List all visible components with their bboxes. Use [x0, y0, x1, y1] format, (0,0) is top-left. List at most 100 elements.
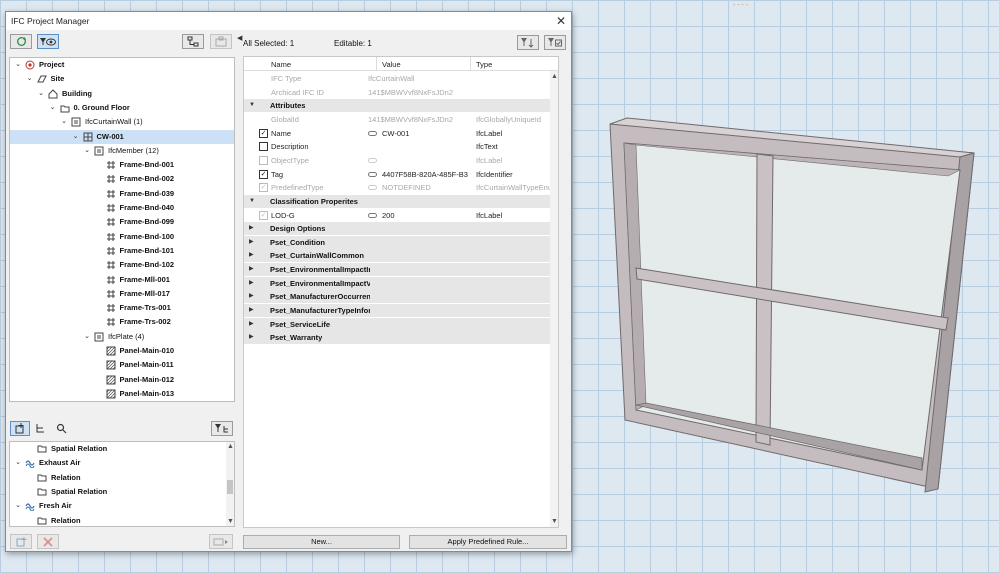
property-row[interactable]: ObjectType IfcLabel — [244, 154, 550, 167]
tree-row[interactable]: ⌄ IfcPlate (4) — [10, 330, 234, 344]
properties-scrollbar[interactable]: ▲ ▼ — [550, 71, 558, 527]
tree-structure-icon[interactable] — [35, 423, 46, 436]
property-row[interactable]: Description IfcText — [244, 140, 550, 153]
scroll-down-icon[interactable]: ▼ — [551, 518, 558, 525]
expand-icon[interactable]: ▶ — [249, 331, 254, 344]
property-row[interactable]: Archicad IFC ID 141$MBWVvf8NxFsJDn2 — [244, 86, 550, 99]
property-group-row[interactable]: ▼ Classification Properites — [244, 194, 550, 208]
filter-visibility-button[interactable] — [37, 34, 59, 49]
property-row[interactable]: IFC Type IfcCurtainWall — [244, 72, 550, 85]
property-row[interactable]: ✓ LOD-G 200 IfcLabel — [244, 209, 550, 222]
link-icon[interactable] — [368, 171, 377, 177]
scroll-up-icon[interactable]: ▲ — [551, 73, 558, 80]
expand-chevron-icon[interactable]: ⌄ — [14, 499, 22, 513]
link-icon[interactable] — [368, 185, 377, 191]
add-item-button[interactable] — [10, 534, 32, 549]
tree-row[interactable]: Frame-Bnd-039 — [10, 187, 234, 201]
property-checkbox[interactable]: ✓ — [259, 210, 268, 220]
tree-row[interactable]: Frame-Bnd-100 — [10, 230, 234, 244]
expand-chevron-icon[interactable]: ⌄ — [49, 101, 57, 115]
apply-predefined-rule-button[interactable]: Apply Predefined Rule... — [409, 535, 567, 549]
property-checkbox[interactable]: ✓ — [259, 128, 268, 138]
expand-chevron-icon[interactable]: ⌄ — [60, 115, 68, 129]
tree-row[interactable]: Panel-Main-010 — [10, 344, 234, 358]
collapse-icon[interactable]: ▼ — [249, 195, 255, 208]
property-group-row[interactable]: ▼ Attributes — [244, 99, 550, 113]
tree-row[interactable]: Frame-Trs-002 — [10, 315, 234, 329]
property-row[interactable]: ✓ Tag 4407F58B-820A-485F-B3 IfcIdentifier — [244, 168, 550, 181]
spatial-tree[interactable]: ⌄ Project ⌄ Site ⌄ Building ⌄ 0. Ground Floor ⌄ I… — [9, 57, 235, 402]
expand-chevron-icon[interactable]: ⌄ — [83, 330, 91, 344]
tree-row[interactable]: ⌄ Project — [10, 58, 234, 72]
property-group-row[interactable]: ▶ Pset_Condition — [244, 235, 550, 249]
tree-row[interactable]: Frame-Bnd-101 — [10, 244, 234, 258]
tree-row[interactable]: ⌄ Building — [10, 87, 234, 101]
tree-row[interactable]: ⌄ Fresh Air — [10, 499, 234, 513]
tree-row[interactable]: ⌄ Site — [10, 72, 234, 86]
property-row[interactable]: ✓ Name CW-001 IfcLabel — [244, 127, 550, 140]
tree-row[interactable]: Frame-Bnd-102 — [10, 258, 234, 272]
header-type[interactable]: Type — [476, 60, 492, 69]
delete-button[interactable] — [37, 534, 59, 549]
tree-row[interactable]: Frame-Bnd-099 — [10, 215, 234, 229]
tree-row[interactable]: Frame-Mll-001 — [10, 273, 234, 287]
add-element-tab[interactable] — [10, 421, 30, 436]
property-checkbox[interactable]: ✓ — [259, 183, 268, 193]
property-group-row[interactable]: ▶ Pset_EnvironmentalImpactVa — [244, 276, 550, 290]
property-group-row[interactable]: ▶ Pset_CurtainWallCommon — [244, 249, 550, 263]
link-icon[interactable] — [368, 212, 377, 218]
options-button[interactable] — [209, 534, 233, 549]
tree-row[interactable]: Frame-Mll-017 — [10, 287, 234, 301]
tree-row[interactable]: Frame-Trs-001 — [10, 301, 234, 315]
scroll-up-icon[interactable]: ▲ — [227, 443, 234, 450]
property-group-row[interactable]: ▶ Pset_ManufacturerTypeInfor — [244, 304, 550, 318]
header-name[interactable]: Name — [271, 60, 291, 69]
expand-icon[interactable]: ▶ — [249, 290, 254, 303]
property-value[interactable]: 200 — [382, 209, 395, 222]
tree-scrollbar[interactable]: ▲ ▼ — [226, 442, 234, 526]
expand-chevron-icon[interactable]: ⌄ — [37, 87, 45, 101]
sync-button[interactable] — [210, 34, 232, 49]
tree-row[interactable]: Panel-Main-011 — [10, 358, 234, 372]
expand-icon[interactable]: ▶ — [249, 304, 254, 317]
tree-row[interactable]: Spatial Relation — [10, 442, 234, 456]
tree-row[interactable]: ⌄ 0. Ground Floor — [10, 101, 234, 115]
expand-chevron-icon[interactable]: ⌄ — [14, 456, 22, 470]
search-icon[interactable] — [56, 423, 67, 436]
property-group-row[interactable]: ▶ Pset_ManufacturerOccurren — [244, 290, 550, 304]
expand-icon[interactable]: ▶ — [249, 236, 254, 249]
tree-row[interactable]: Frame-Bnd-002 — [10, 172, 234, 186]
systems-tree[interactable]: Spatial Relation ⌄ Exhaust Air Relation Spat… — [9, 441, 235, 527]
expand-icon[interactable]: ▶ — [249, 222, 254, 235]
property-row[interactable]: GlobalId 141$MBWVvf8NxFsJDn2 IfcGloballyUn… — [244, 113, 550, 126]
header-value[interactable]: Value — [382, 60, 401, 69]
tree-row[interactable]: ⌄ IfcMember (12) — [10, 144, 234, 158]
property-value[interactable]: 4407F58B-820A-485F-B3 — [382, 168, 468, 181]
tree-row[interactable]: Panel-Main-013 — [10, 387, 234, 401]
tree-row[interactable]: ⌄ CW-001 — [10, 129, 234, 144]
property-row[interactable]: ✓ PredefinedType NOTDEFINED IfcCurtainWallT… — [244, 181, 550, 194]
link-icon[interactable] — [368, 130, 377, 136]
property-value[interactable]: CW-001 — [382, 127, 409, 140]
link-icon[interactable] — [368, 157, 377, 163]
property-filter-button[interactable] — [517, 35, 539, 50]
tree-row[interactable]: Frame-Bnd-001 — [10, 158, 234, 172]
collapse-panel-arrow[interactable]: ◀ — [237, 34, 242, 42]
expand-chevron-icon[interactable]: ⌄ — [14, 58, 22, 72]
expand-icon[interactable]: ▶ — [249, 277, 254, 290]
scroll-thumb[interactable] — [227, 480, 233, 494]
collapse-icon[interactable]: ▼ — [249, 99, 255, 112]
property-visibility-button[interactable] — [544, 35, 566, 50]
scroll-down-icon[interactable]: ▼ — [227, 518, 234, 525]
filter-button[interactable] — [211, 421, 233, 436]
expand-icon[interactable]: ▶ — [249, 318, 254, 331]
property-group-row[interactable]: ▶ Pset_EnvironmentalImpactIn — [244, 263, 550, 277]
property-group-row[interactable]: ▶ Pset_Warranty — [244, 331, 550, 345]
hierarchy-button[interactable] — [182, 34, 204, 49]
refresh-button[interactable] — [10, 34, 32, 49]
tree-row[interactable]: Panel-Main-012 — [10, 373, 234, 387]
property-group-row[interactable]: ▶ Pset_ServiceLife — [244, 317, 550, 331]
expand-icon[interactable]: ▶ — [249, 249, 254, 262]
tree-row[interactable]: Frame-Bnd-040 — [10, 201, 234, 215]
tree-row[interactable]: Relation — [10, 471, 234, 485]
